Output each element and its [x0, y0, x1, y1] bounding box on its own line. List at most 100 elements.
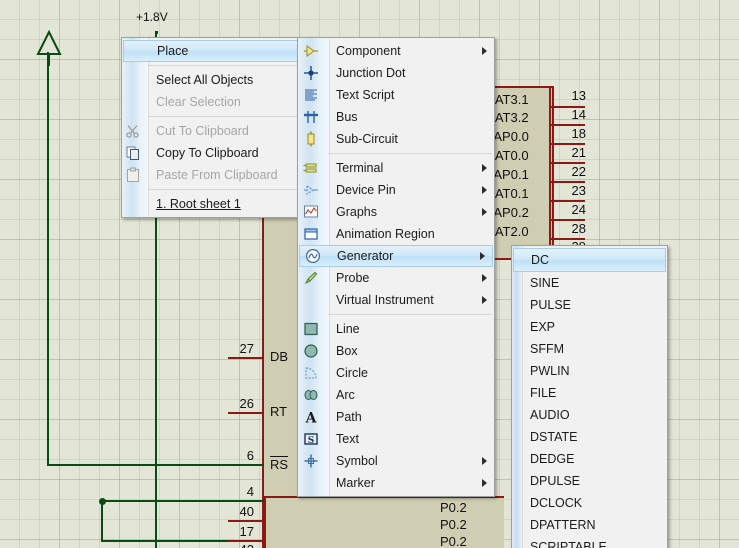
menu-item-exp[interactable]: EXP	[512, 316, 667, 338]
menu-item-terminal[interactable]: Terminal	[298, 157, 494, 179]
menu-item-label: Device Pin	[336, 179, 396, 201]
power-arrow-symbol[interactable]	[34, 30, 64, 66]
svg-text:S: S	[308, 436, 315, 446]
menu-item-label: DCLOCK	[530, 492, 582, 514]
menu-item-label: Probe	[336, 267, 369, 289]
menu-item-root-sheet-1[interactable]: 1. Root sheet 1	[122, 193, 316, 215]
menu-item-scriptable[interactable]: SCRIPTABLE	[512, 536, 667, 548]
menu-item-label: Terminal	[336, 157, 383, 179]
pin-name-bottom-1: P0.2	[440, 517, 467, 532]
menu-item-probe[interactable]: Probe	[298, 267, 494, 289]
menu-item-label: Circle	[336, 362, 368, 384]
pin-number: 6	[206, 448, 254, 463]
scissors-icon	[125, 123, 141, 139]
menu-item-clear-selection: Clear Selection	[122, 91, 316, 113]
sub-circuit-icon	[303, 131, 319, 147]
menu-item-label: PWLIN	[530, 360, 570, 382]
net-label-power: +1.8V	[136, 10, 168, 24]
menu-item-dpulse[interactable]: DPULSE	[512, 470, 667, 492]
menu-item-text-script[interactable]: Text Script	[298, 84, 494, 106]
menu-item-dclock[interactable]: DCLOCK	[512, 492, 667, 514]
menu-item-arc[interactable]: Arc	[298, 384, 494, 406]
menu-item-label: DPATTERN	[530, 514, 596, 536]
context-menu[interactable]: Place Select All Objects Clear Selection	[121, 37, 317, 218]
menu-item-bus[interactable]: Bus	[298, 106, 494, 128]
menu-item-file[interactable]: FILE	[512, 382, 667, 404]
text-icon: S	[303, 431, 319, 447]
pin-number: 28	[560, 221, 586, 236]
menu-item-select-all-objects[interactable]: Select All Objects	[122, 69, 316, 91]
pin-wire	[228, 412, 264, 414]
menu-item-place[interactable]: Place	[123, 40, 315, 62]
menu-item-marker[interactable]: Marker	[298, 472, 494, 494]
menu-item-paste-from-clipboard: Paste From Clipboard	[122, 164, 316, 186]
graphs-icon	[303, 204, 319, 220]
menu-item-dpattern[interactable]: DPATTERN	[512, 514, 667, 536]
menu-item-label: Sub-Circuit	[336, 128, 398, 150]
menu-item-dedge[interactable]: DEDGE	[512, 448, 667, 470]
generator-submenu[interactable]: DC SINE PULSE EXP SFFM PWLIN FILE AUDIO	[511, 245, 668, 548]
pin-number: 13	[560, 88, 586, 103]
menu-item-animation-region[interactable]: Animation Region	[298, 223, 494, 245]
menu-item-symbol[interactable]: Symbol	[298, 450, 494, 472]
menu-item-pulse[interactable]: PULSE	[512, 294, 667, 316]
menu-item-virtual-instrument[interactable]: Virtual Instrument	[298, 289, 494, 311]
menu-item-label: 1. Root sheet 1	[156, 193, 241, 215]
pin-name: RT	[270, 404, 287, 419]
menu-item-box[interactable]: Box	[298, 340, 494, 362]
menu-item-path[interactable]: A Path	[298, 406, 494, 428]
chevron-right-icon	[482, 47, 487, 55]
menu-item-label: Cut To Clipboard	[156, 120, 249, 142]
menu-item-junction-dot[interactable]: Junction Dot	[298, 62, 494, 84]
pin-number: 26	[206, 396, 254, 411]
menu-item-sine[interactable]: SINE	[512, 272, 667, 294]
menu-item-label: Copy To Clipboard	[156, 142, 259, 164]
line-icon	[303, 321, 319, 337]
menu-item-sffm[interactable]: SFFM	[512, 338, 667, 360]
pin-number: 27	[206, 341, 254, 356]
menu-item-circle[interactable]: Circle	[298, 362, 494, 384]
menu-item-sub-circuit[interactable]: Sub-Circuit	[298, 128, 494, 150]
menu-item-label: DPULSE	[530, 470, 580, 492]
menu-separator	[328, 153, 492, 154]
bus-icon	[303, 109, 319, 125]
menu-item-label: Select All Objects	[156, 69, 253, 91]
pin-wire	[228, 520, 264, 522]
menu-item-text[interactable]: S Text	[298, 428, 494, 450]
menu-item-dstate[interactable]: DSTATE	[512, 426, 667, 448]
menu-item-generator[interactable]: Generator	[299, 245, 493, 267]
menu-item-copy-to-clipboard[interactable]: Copy To Clipboard	[122, 142, 316, 164]
menu-item-line[interactable]: Line	[298, 318, 494, 340]
menu-item-label: PULSE	[530, 294, 571, 316]
menu-item-label: Line	[336, 318, 360, 340]
menu-item-label: Animation Region	[336, 223, 435, 245]
chevron-right-icon	[482, 164, 487, 172]
menu-item-label: AUDIO	[530, 404, 570, 426]
circle-icon	[303, 365, 319, 381]
menu-item-label: Place	[157, 41, 188, 61]
bottom-right-component-body[interactable]	[264, 496, 504, 548]
pin-number: 4	[206, 484, 254, 499]
pin-number: 17	[206, 524, 254, 539]
menu-item-component[interactable]: Component	[298, 40, 494, 62]
place-submenu[interactable]: Component Junction Dot	[297, 37, 495, 497]
menu-item-label: Graphs	[336, 201, 377, 223]
wire-vertical-branch	[101, 501, 103, 541]
menu-item-label: DC	[531, 249, 549, 271]
menu-item-audio[interactable]: AUDIO	[512, 404, 667, 426]
menu-item-label: Junction Dot	[336, 62, 405, 84]
menu-item-graphs[interactable]: Graphs	[298, 201, 494, 223]
pin-name: DB	[270, 349, 288, 364]
menu-separator	[148, 65, 314, 66]
pin-number: 21	[560, 145, 586, 160]
menu-item-device-pin[interactable]: Device Pin	[298, 179, 494, 201]
menu-item-dc[interactable]: DC	[513, 248, 666, 272]
menu-item-label: Bus	[336, 106, 358, 128]
menu-item-pwlin[interactable]: PWLIN	[512, 360, 667, 382]
pin-number: 23	[560, 183, 586, 198]
menu-item-label: Arc	[336, 384, 355, 406]
pin-bus-vertical	[549, 86, 551, 256]
pin-number: 24	[560, 202, 586, 217]
menu-item-label: SFFM	[530, 338, 564, 360]
pin-number: 42	[206, 542, 254, 548]
